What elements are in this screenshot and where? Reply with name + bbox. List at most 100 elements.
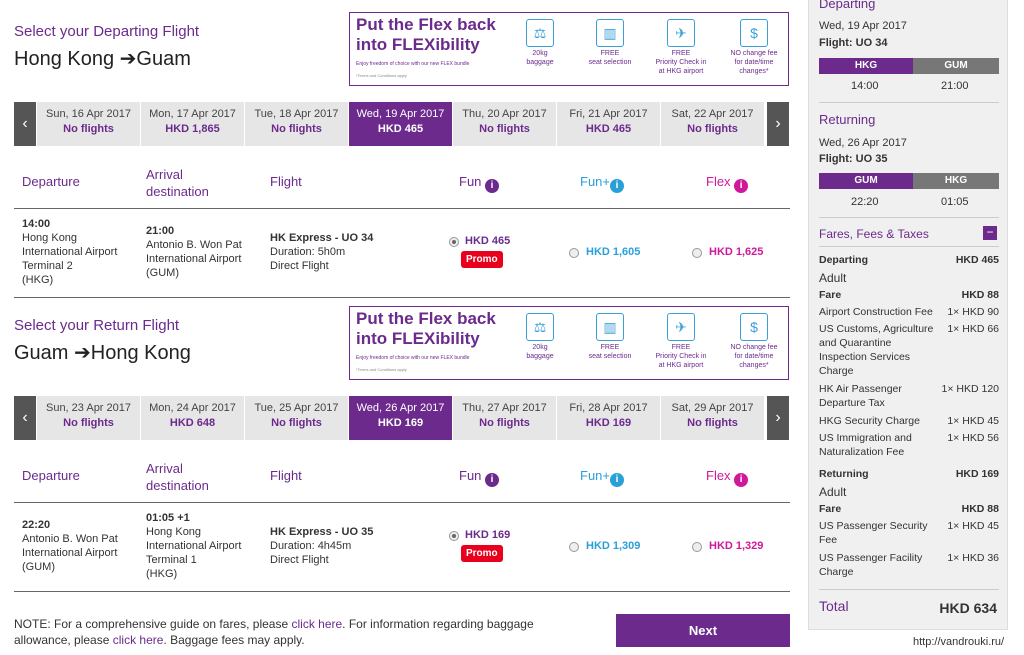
returning-dep-time: 22:20 xyxy=(851,196,879,208)
next-week-button[interactable]: › xyxy=(767,396,789,440)
fare-radio-fun[interactable] xyxy=(449,237,459,247)
returning-route-bar: GUM HKG xyxy=(819,173,999,189)
departing-date: Wed, 19 Apr 2017 xyxy=(819,20,907,32)
route-to: Hong Kong xyxy=(90,342,191,364)
divider xyxy=(14,208,790,209)
route-to: Guam xyxy=(136,48,191,70)
seat-feature: ▥ FREE seat selection xyxy=(580,313,640,361)
change-fee-feature: $ NO change fee for date/time changes* xyxy=(722,313,786,370)
baggage-link[interactable]: click here xyxy=(113,633,164,647)
baggage-icon: ⚖ xyxy=(526,19,554,47)
divider xyxy=(819,217,999,218)
divider xyxy=(819,102,999,103)
checkin-icon: ✈ xyxy=(667,19,695,47)
date-tab[interactable]: Sun, 23 Apr 2017 No flights xyxy=(37,396,140,440)
seat-feature: ▥ FREE seat selection xyxy=(580,19,640,67)
prev-week-button[interactable]: ‹ xyxy=(14,102,36,146)
info-icon[interactable]: i xyxy=(610,179,624,193)
flex-price: HKD 1,329 xyxy=(709,540,764,552)
divider xyxy=(819,589,999,590)
fares-title: Fares, Fees & Taxes xyxy=(819,227,929,241)
flight-info: HK Express - UO 35 Duration: 4h45m Direct… xyxy=(270,526,374,566)
next-button[interactable]: Next xyxy=(616,614,790,647)
fare-radio-funplus[interactable] xyxy=(569,542,579,552)
fare-radio-fun[interactable] xyxy=(449,531,459,541)
col-fun: Fun i xyxy=(459,174,500,193)
total-label: Total xyxy=(819,598,849,614)
date-tab[interactable]: Thu, 20 Apr 2017 No flights xyxy=(453,102,556,146)
banner-headline: Put the Flex back into FLEXibility xyxy=(356,309,496,348)
date-tab-selected[interactable]: Wed, 19 Apr 2017 HKD 465 xyxy=(349,102,452,146)
return-route: Guam ➔Hong Kong xyxy=(14,340,191,365)
fun-price: HKD 465 xyxy=(465,235,511,247)
flex-promo-banner[interactable]: Put the Flex back into FLEXibility Enjoy … xyxy=(349,12,789,86)
collapse-icon[interactable]: − xyxy=(983,226,997,240)
change-icon: $ xyxy=(740,19,768,47)
baggage-feature: ⚖ 20kg baggage xyxy=(518,313,562,361)
departing-route-bar: HKG GUM xyxy=(819,58,999,74)
info-icon[interactable]: i xyxy=(734,473,749,487)
next-week-button[interactable]: › xyxy=(767,102,789,146)
departing-dep-time: 14:00 xyxy=(851,80,879,92)
date-tab[interactable]: Thu, 27 Apr 2017 No flights xyxy=(453,396,556,440)
banner-headline: Put the Flex back into FLEXibility xyxy=(356,15,496,54)
col-arrival: Arrival destination xyxy=(146,461,209,493)
date-tab[interactable]: Tue, 25 Apr 2017 No flights xyxy=(245,396,348,440)
promo-badge: Promo xyxy=(461,545,503,562)
date-tab[interactable]: Sun, 16 Apr 2017 No flights xyxy=(37,102,140,146)
booking-summary-sidebar: Departing Wed, 19 Apr 2017 Flight: UO 34… xyxy=(808,0,1008,630)
col-departure: Departure xyxy=(22,468,80,483)
returning-flight: Flight: UO 35 xyxy=(819,153,888,165)
date-tab[interactable]: Sat, 29 Apr 2017 No flights xyxy=(661,396,764,440)
route-arrow-icon: ➔ xyxy=(119,48,137,70)
departure-info: 14:00 Hong Kong International Airport Term… xyxy=(22,218,118,286)
col-departure: Departure xyxy=(22,174,80,189)
flex-promo-banner[interactable]: Put the Flex back into FLEXibility Enjoy … xyxy=(349,306,789,380)
banner-terms: *Terms and Conditions apply xyxy=(356,367,407,372)
departure-info: 22:20 Antonio B. Won Pat International Ai… xyxy=(22,519,118,573)
fun-price: HKD 169 xyxy=(465,529,511,541)
departing-adult: Adult xyxy=(819,271,847,285)
seat-icon: ▥ xyxy=(596,19,624,47)
checkin-feature: ✈ FREE Priority Check in at HKG airport xyxy=(648,19,714,76)
flight-info: HK Express - UO 34 Duration: 5h0m Direct … xyxy=(270,232,374,272)
divider xyxy=(14,591,790,592)
arrival-info: 21:00 Antonio B. Won Pat International Ai… xyxy=(146,225,242,279)
watermark: http://vandrouki.ru/ xyxy=(913,636,1005,648)
date-tab[interactable]: Sat, 22 Apr 2017 No flights xyxy=(661,102,764,146)
baggage-icon: ⚖ xyxy=(526,313,554,341)
info-icon[interactable]: i xyxy=(610,473,624,487)
return-section-title: Select your Return Flight xyxy=(14,317,180,334)
date-tab[interactable]: Mon, 17 Apr 2017 HKD 1,865 xyxy=(141,102,244,146)
route-from: Hong Kong xyxy=(14,48,115,70)
divider xyxy=(819,246,999,247)
seat-icon: ▥ xyxy=(596,313,624,341)
fare-radio-flex[interactable] xyxy=(692,248,702,258)
fare-radio-flex[interactable] xyxy=(692,542,702,552)
route-from: Guam xyxy=(14,342,69,364)
col-flight: Flight xyxy=(270,468,302,483)
date-tab[interactable]: Fri, 21 Apr 2017 HKD 465 xyxy=(557,102,660,146)
departing-route: Hong Kong ➔Guam xyxy=(14,46,191,71)
prev-week-button[interactable]: ‹ xyxy=(14,396,36,440)
baggage-feature: ⚖ 20kg baggage xyxy=(518,19,562,67)
divider xyxy=(14,502,790,503)
date-tab[interactable]: Tue, 18 Apr 2017 No flights xyxy=(245,102,348,146)
info-icon[interactable]: i xyxy=(485,179,500,193)
departing-flight: Flight: UO 34 xyxy=(819,37,888,49)
fare-radio-funplus[interactable] xyxy=(569,248,579,258)
date-tab[interactable]: Fri, 28 Apr 2017 HKD 169 xyxy=(557,396,660,440)
col-flight: Flight xyxy=(270,174,302,189)
banner-terms: *Terms and Conditions apply xyxy=(356,73,407,78)
funplus-price: HKD 1,605 xyxy=(586,246,641,258)
banner-subtitle: Enjoy freedom of choice with our new FLE… xyxy=(356,61,470,67)
info-icon[interactable]: i xyxy=(734,179,749,193)
checkin-icon: ✈ xyxy=(667,313,695,341)
funplus-price: HKD 1,309 xyxy=(586,540,641,552)
info-icon[interactable]: i xyxy=(485,473,500,487)
fare-guide-link[interactable]: click here xyxy=(291,617,342,631)
checkin-feature: ✈ FREE Priority Check in at HKG airport xyxy=(648,313,714,370)
col-funplus: Fun+ i xyxy=(580,174,624,193)
date-tab[interactable]: Mon, 24 Apr 2017 HKD 648 xyxy=(141,396,244,440)
date-tab-selected[interactable]: Wed, 26 Apr 2017 HKD 169 xyxy=(349,396,452,440)
